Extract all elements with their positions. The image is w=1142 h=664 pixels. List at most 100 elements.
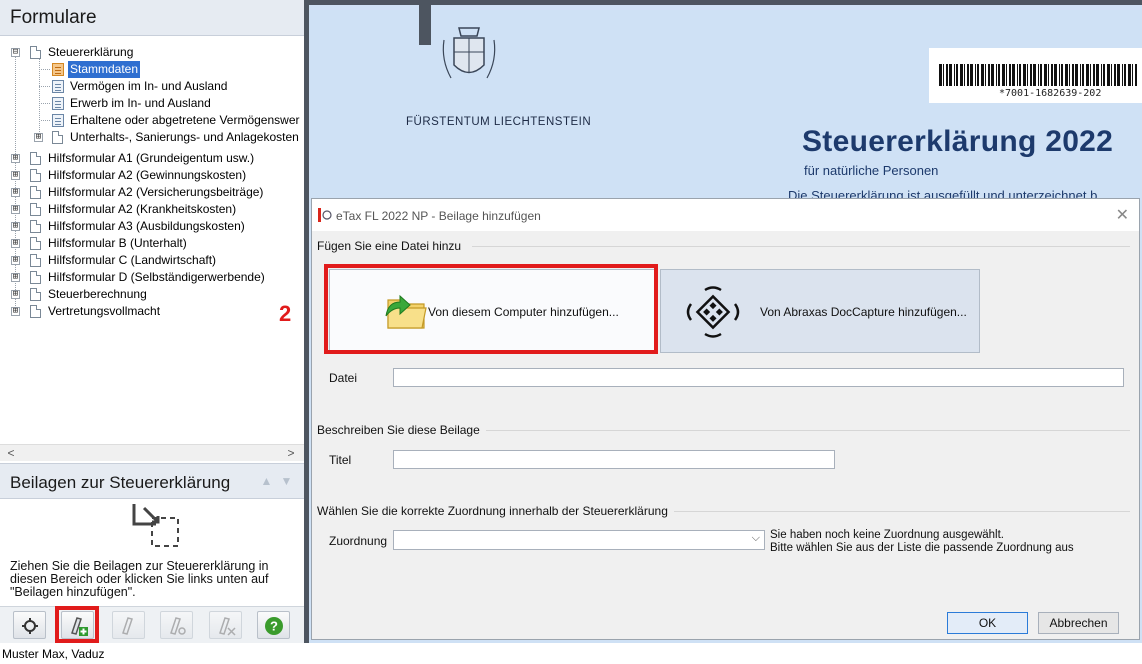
section-assign-label: Wählen Sie die korrekte Zuordnung innerh… — [317, 504, 674, 518]
expand-icon[interactable]: ⊞ — [11, 273, 20, 282]
barcode-bar — [1128, 64, 1131, 86]
tree-item-hilfsformular-c[interactable]: ⊞ Hilfsformular C (Landwirtschaft) — [10, 252, 300, 269]
left-panel: Formulare ⊟ Steuererklärung Stammdaten V… — [0, 0, 304, 643]
barcode-bar — [964, 64, 965, 86]
barcode-bar — [1107, 64, 1110, 86]
tree-line — [39, 103, 50, 104]
scroll-right-icon[interactable]: > — [284, 446, 298, 460]
expand-icon[interactable]: ⊞ — [11, 256, 20, 265]
drop-zone-instructions: Ziehen Sie die Beilagen zur Steuererklär… — [10, 559, 269, 599]
barcode-bar — [991, 64, 994, 86]
status-user: Muster Max, Vaduz — [2, 647, 105, 661]
tree-item-erwerb[interactable]: Erwerb im In- und Ausland — [39, 95, 300, 112]
coat-of-arms-icon — [442, 27, 496, 79]
tree-item-hilfsformular-a2-krankheit[interactable]: ⊞ Hilfsformular A2 (Krankheitskosten) — [10, 201, 300, 218]
barcode-bar — [1061, 64, 1063, 86]
app-icon — [318, 208, 332, 222]
barcode-bar — [1114, 64, 1116, 86]
view-attachment-button[interactable] — [160, 611, 193, 639]
assignment-hint-1: Sie haben noch keine Zuordnung ausgewähl… — [770, 529, 1005, 541]
barcode-bar — [998, 64, 1000, 86]
tree-line — [39, 86, 50, 87]
tree-item-label: Hilfsformular A2 (Versicherungsbeiträge) — [48, 185, 264, 199]
delete-attachment-button[interactable] — [209, 611, 242, 639]
annotation-box-2 — [324, 264, 658, 354]
tree-item-vertretungsvollmacht[interactable]: ⊞ Vertretungsvollmacht — [10, 303, 300, 320]
form-icon — [52, 114, 64, 127]
forms-panel-title: Formulare — [10, 7, 97, 28]
scan-button[interactable] — [13, 611, 46, 639]
barcode-bar — [956, 64, 958, 86]
tree-line — [40, 120, 50, 121]
tree-item-unterhalts[interactable]: ⊞ Unterhalts-, Sanierungs- und Anlagekos… — [30, 129, 304, 146]
expand-icon[interactable]: ⊞ — [11, 171, 20, 180]
tree-item-stammdaten[interactable]: Stammdaten — [39, 61, 300, 78]
tree-item-hilfsformular-b[interactable]: ⊞ Hilfsformular B (Unterhalt) — [10, 235, 300, 252]
tree-item-hilfsformular-a2-gewinnung[interactable]: ⊞ Hilfsformular A2 (Gewinnungskosten) — [10, 167, 300, 184]
dialog-title-bar: eTax FL 2022 NP - Beilage hinzufügen ✕ — [312, 199, 1139, 231]
barcode-bar — [1082, 64, 1084, 86]
cancel-button[interactable]: Abbrechen — [1038, 612, 1119, 634]
title-input[interactable] — [393, 450, 835, 469]
tree-item-vermoegen[interactable]: Vermögen im In- und Ausland — [39, 78, 300, 95]
tree-item-erhaltene[interactable]: Erhaltene oder abgetretene Vermögenswer — [40, 112, 304, 129]
barcode-bar — [1122, 64, 1123, 86]
barcode-bar — [1048, 64, 1049, 86]
barcode-bar — [1065, 64, 1068, 86]
close-icon[interactable]: ✕ — [1116, 205, 1129, 225]
page-icon — [52, 131, 63, 144]
barcode-bar — [1017, 64, 1018, 86]
page-icon — [30, 46, 41, 59]
horizontal-scrollbar[interactable]: < > — [0, 444, 304, 461]
drop-zone-icon — [132, 504, 179, 547]
tree-item-label: Erhaltene oder abgetretene Vermögenswer — [70, 113, 300, 127]
barcode-bar — [1069, 64, 1070, 86]
edit-attachment-button[interactable] — [112, 611, 145, 639]
barcode-bar — [1002, 64, 1005, 86]
tree-item-steuerberechnung[interactable]: ⊞ Steuerberechnung — [10, 286, 300, 303]
barcode-bar — [975, 64, 976, 86]
tree-item-steuererklaerung[interactable]: ⊟ Steuererklärung — [10, 44, 300, 61]
expand-icon[interactable]: ⊞ — [11, 307, 20, 316]
collapse-icon[interactable]: ⊟ — [11, 48, 20, 57]
expand-icon[interactable]: ⊞ — [11, 290, 20, 299]
barcode-bar — [1027, 64, 1028, 86]
assignment-select[interactable]: ⌵ — [393, 530, 765, 550]
page-icon — [30, 254, 41, 267]
scroll-left-icon[interactable]: < — [4, 446, 18, 460]
barcode-bar — [1093, 64, 1095, 86]
barcode-area: *7001-1682639-202 — [929, 48, 1142, 103]
tree-item-hilfsformular-a1[interactable]: ⊞ Hilfsformular A1 (Grundeigentum usw.) — [10, 150, 300, 167]
tree-item-hilfsformular-d[interactable]: ⊞ Hilfsformular D (Selbständigerwerbende… — [10, 269, 300, 286]
collapse-up-icon[interactable]: ▲ — [258, 474, 275, 489]
expand-icon[interactable]: ⊞ — [34, 133, 43, 142]
ok-button[interactable]: OK — [947, 612, 1028, 634]
tree-item-label: Steuererklärung — [48, 45, 134, 59]
barcode-bar — [1086, 64, 1089, 86]
expand-down-icon[interactable]: ▼ — [278, 474, 295, 489]
tree-item-label: Erwerb im In- und Ausland — [70, 96, 211, 110]
tree-item-label: Hilfsformular B (Unterhalt) — [48, 236, 187, 250]
barcode-number: *7001-1682639-202 — [999, 88, 1102, 99]
status-bar: Muster Max, Vaduz — [0, 643, 1142, 664]
help-icon: ? — [265, 617, 283, 635]
attachments-toolbar: ? — [0, 606, 304, 643]
tree-item-hilfsformular-a3[interactable]: ⊞ Hilfsformular A3 (Ausbildungskosten) — [10, 218, 300, 235]
add-from-doccapture-button[interactable]: Von Abraxas DocCapture hinzufügen... — [660, 269, 980, 353]
tree-item-hilfsformular-a2-versicherung[interactable]: ⊞ Hilfsformular A2 (Versicherungsbeiträg… — [10, 184, 300, 201]
section-divider — [482, 430, 1130, 431]
expand-icon[interactable]: ⊞ — [11, 205, 20, 214]
expand-icon[interactable]: ⊞ — [11, 222, 20, 231]
barcode-bar — [1009, 64, 1011, 86]
help-button[interactable]: ? — [257, 611, 290, 639]
barcode-icon — [939, 64, 1137, 86]
expand-icon[interactable]: ⊞ — [11, 154, 20, 163]
section-add-file-label: Fügen Sie eine Datei hinzu — [317, 239, 468, 253]
attachments-panel-title: Beilagen zur Steuererklärung — [10, 473, 231, 492]
file-input[interactable] — [393, 368, 1124, 387]
barcode-bar — [967, 64, 969, 86]
expand-icon[interactable]: ⊞ — [11, 188, 20, 197]
barcode-bar — [1012, 64, 1015, 86]
page-icon — [30, 169, 41, 182]
expand-icon[interactable]: ⊞ — [11, 239, 20, 248]
